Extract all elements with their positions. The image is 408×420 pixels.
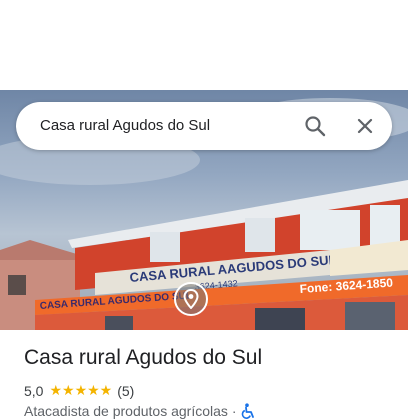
search-bar[interactable]: Casa rural Agudos do Sul: [16, 102, 392, 150]
place-title: Casa rural Agudos do Sul: [24, 346, 263, 369]
rating-row[interactable]: 5,0 ★★★★★ (5): [24, 382, 134, 399]
location-pin-icon[interactable]: [174, 282, 208, 316]
star-rating-icon: ★★★★★: [49, 382, 113, 398]
search-input[interactable]: Casa rural Agudos do Sul: [40, 117, 210, 134]
close-icon[interactable]: [352, 113, 378, 139]
rating-value: 5,0: [24, 382, 44, 399]
place-category: Atacadista de produtos agrícolas: [24, 403, 228, 419]
review-count[interactable]: (5): [117, 383, 134, 399]
wheelchair-icon: [241, 403, 255, 419]
top-blank-area: [0, 0, 408, 90]
separator-dot: ·: [231, 403, 237, 419]
category-row: Atacadista de produtos agrícolas ·: [24, 403, 255, 419]
search-icon[interactable]: [302, 113, 328, 139]
